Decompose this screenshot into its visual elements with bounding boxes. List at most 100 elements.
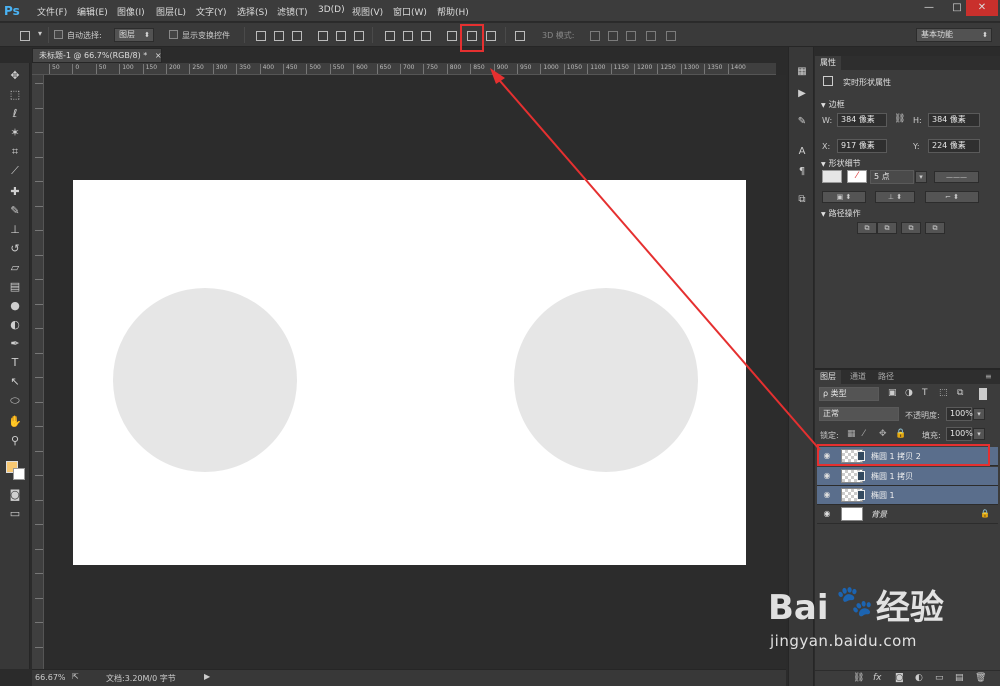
dodge-tool-icon[interactable]: ◐	[6, 317, 24, 333]
filter-type-icon[interactable]: T	[922, 388, 928, 398]
section-path-ops[interactable]: ▼ 路径操作	[821, 208, 861, 219]
filter-smart-icon[interactable]: ⧉	[957, 388, 963, 398]
layer-filter-dropdown[interactable]: ρ 类型	[819, 387, 879, 401]
menu-view[interactable]: 视图(V)	[352, 5, 383, 18]
path-select-icon[interactable]: ↖	[6, 374, 24, 390]
healing-brush-icon[interactable]: ✚	[6, 184, 24, 200]
x-field[interactable]: 917 像素	[837, 139, 887, 153]
distribute-right-icon[interactable]	[484, 29, 496, 41]
stroke-style-dropdown[interactable]: ———	[934, 171, 979, 183]
subtract-shape-icon[interactable]: ⧉	[877, 222, 897, 234]
ruler-horizontal[interactable]: 50 0 50 100 150 200 250 300 350 400 450 500 550 600 65…	[32, 63, 776, 75]
character-panel-icon[interactable]: A	[795, 145, 809, 159]
exclude-shape-icon[interactable]: ⧉	[925, 222, 945, 234]
menu-3d[interactable]: 3D(D)	[318, 5, 345, 15]
auto-select-dropdown[interactable]: 图层 ⬍	[114, 28, 154, 42]
menu-window[interactable]: 窗口(W)	[393, 5, 427, 18]
stroke-caps-dropdown[interactable]: ⊥ ⬍	[875, 191, 915, 203]
distribute-left-icon[interactable]	[445, 29, 457, 41]
y-field[interactable]: 224 像素	[928, 139, 980, 153]
combine-shapes-icon[interactable]: ⧉	[857, 222, 877, 234]
crop-tool-icon[interactable]: ⌗	[6, 144, 24, 160]
lock-pixels-icon[interactable]: ▦	[847, 429, 856, 439]
screen-mode-icon[interactable]: ▭	[6, 506, 24, 522]
filter-adjust-icon[interactable]: ◑	[905, 388, 913, 398]
type-tool-icon[interactable]: T	[6, 355, 24, 371]
stroke-align-dropdown[interactable]: ▣ ⬍	[822, 191, 866, 203]
stroke-size-field[interactable]: 5 点	[870, 170, 914, 184]
brush-tool-icon[interactable]: ✎	[6, 203, 24, 219]
new-group-icon[interactable]: ▭	[935, 673, 944, 683]
stroke-swatch[interactable]: ⁄	[847, 170, 867, 183]
workspace-dropdown[interactable]: 基本功能 ⬍	[916, 28, 992, 42]
ruler-vertical[interactable]	[32, 75, 44, 669]
layer-row[interactable]: ◉ 背景 🔒	[817, 505, 998, 524]
blur-tool-icon[interactable]: ●	[6, 298, 24, 314]
eye-icon[interactable]: ◉	[821, 509, 833, 519]
menu-edit[interactable]: 编辑(E)	[77, 5, 108, 18]
eye-icon[interactable]: ◉	[821, 471, 833, 481]
status-menu-arrow-icon[interactable]: ▶	[204, 672, 210, 681]
fill-arrow-icon[interactable]: ▾	[973, 428, 985, 440]
move-tool-icon[interactable]: ✥	[6, 68, 24, 84]
link-icon[interactable]: ⛓	[894, 114, 905, 124]
layer-row[interactable]: ◉ 椭圆 1 拷贝	[817, 467, 998, 486]
pen-tool-icon[interactable]: ✒	[6, 336, 24, 352]
menu-type[interactable]: 文字(Y)	[196, 5, 227, 18]
link-layers-icon[interactable]: ⛓	[853, 673, 864, 683]
history-panel-icon[interactable]: ▦	[795, 65, 809, 79]
tab-channels[interactable]: 通道	[845, 370, 871, 384]
menu-help[interactable]: 帮助(H)	[437, 5, 469, 18]
zoom-tool-icon[interactable]: ⚲	[6, 433, 24, 449]
eyedropper-icon[interactable]: ⟋	[6, 163, 24, 179]
section-bounds[interactable]: ▼ 边框	[821, 99, 845, 110]
align-vcenter-icon[interactable]	[272, 29, 284, 41]
scale-3d-icon[interactable]	[664, 29, 676, 41]
brush-panel-icon[interactable]: ✎	[795, 115, 809, 129]
close-tab-icon[interactable]: ×	[155, 51, 162, 60]
width-field[interactable]: 384 像素	[837, 113, 887, 127]
lock-all-icon[interactable]: 🔒	[895, 429, 906, 439]
align-top-icon[interactable]	[254, 29, 266, 41]
slide-3d-icon[interactable]	[644, 29, 656, 41]
lock-position-icon[interactable]: ✥	[879, 429, 887, 439]
zoom-level[interactable]: 66.67%	[35, 673, 66, 682]
delete-layer-icon[interactable]: 🗑	[975, 673, 986, 683]
background-color-swatch[interactable]	[13, 468, 25, 480]
fx-icon[interactable]: fx	[873, 673, 882, 683]
distribute-bottom-icon[interactable]	[419, 29, 431, 41]
adjustment-layer-icon[interactable]: ◐	[915, 673, 923, 683]
menu-filter[interactable]: 滤镜(T)	[277, 5, 308, 18]
menu-layer[interactable]: 图层(L)	[156, 5, 186, 18]
distribute-top-icon[interactable]	[383, 29, 395, 41]
auto-align-icon[interactable]	[513, 29, 525, 41]
paragraph-panel-icon[interactable]: ¶	[795, 165, 809, 179]
blend-mode-dropdown[interactable]: 正常	[819, 407, 899, 421]
new-layer-icon[interactable]: ▤	[955, 673, 964, 683]
fill-field[interactable]: 100%	[946, 427, 973, 441]
stroke-corners-dropdown[interactable]: ⌐ ⬍	[925, 191, 979, 203]
height-field[interactable]: 384 像素	[928, 113, 980, 127]
magic-wand-icon[interactable]: ✶	[6, 125, 24, 141]
layer-row[interactable]: ◉ 椭圆 1	[817, 486, 998, 505]
show-transform-checkbox[interactable]	[169, 30, 178, 39]
minimize-button[interactable]: —	[915, 0, 943, 16]
tab-properties[interactable]: 属性	[815, 56, 841, 70]
lasso-tool-icon[interactable]: ℓ	[6, 106, 24, 122]
fill-swatch[interactable]	[822, 170, 842, 183]
eye-icon[interactable]: ◉	[821, 490, 833, 500]
drag-3d-icon[interactable]	[624, 29, 636, 41]
gradient-tool-icon[interactable]: ▤	[6, 279, 24, 295]
menu-image[interactable]: 图像(I)	[117, 5, 145, 18]
opacity-arrow-icon[interactable]: ▾	[973, 408, 985, 420]
opacity-field[interactable]: 100%	[946, 407, 973, 421]
filter-toggle[interactable]	[979, 388, 987, 400]
distribute-vcenter-icon[interactable]	[401, 29, 413, 41]
actions-panel-icon[interactable]: ▶	[795, 87, 809, 101]
history-brush-icon[interactable]: ↺	[6, 241, 24, 257]
section-shape-details[interactable]: ▼ 形状细节	[821, 158, 861, 169]
tab-paths[interactable]: 路径	[873, 370, 899, 384]
hand-tool-icon[interactable]: ✋	[6, 414, 24, 430]
document-tab[interactable]: 未标题-1 @ 66.7%(RGB/8) * ×	[32, 48, 162, 63]
ellipse-1-copy[interactable]	[514, 288, 698, 472]
